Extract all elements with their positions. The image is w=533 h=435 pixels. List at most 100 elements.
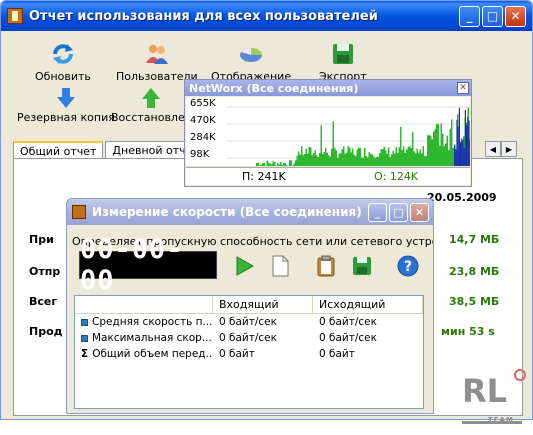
graph-bar-upload bbox=[457, 126, 459, 166]
graph-bar bbox=[389, 157, 391, 166]
refresh-icon bbox=[52, 44, 73, 64]
graph-titlebar[interactable]: NetWorx (Все соединения) ✕ bbox=[185, 80, 471, 96]
graph-bar bbox=[260, 164, 262, 166]
graph-bar bbox=[400, 127, 402, 166]
graph-bar bbox=[434, 128, 436, 166]
tab-scroll-right-icon[interactable]: ▶ bbox=[501, 141, 517, 157]
graph-bar bbox=[271, 164, 273, 166]
graph-bar bbox=[433, 131, 435, 166]
clipboard-icon[interactable] bbox=[315, 255, 337, 277]
graph-bar bbox=[266, 160, 268, 166]
display-button[interactable]: Отображение bbox=[211, 41, 291, 83]
graph-bar bbox=[335, 150, 337, 166]
help-icon[interactable]: ? bbox=[397, 255, 419, 277]
graph-bar bbox=[323, 152, 325, 166]
graph-bar-upload bbox=[460, 142, 462, 166]
main-titlebar[interactable]: Отчет использования для всех пользовател… bbox=[1, 1, 532, 31]
restore-button[interactable]: Восстановлен bbox=[111, 87, 192, 124]
graph-y-label: 284K bbox=[190, 132, 216, 143]
tab-scroll-left-icon[interactable]: ◀ bbox=[485, 141, 501, 157]
report-row-label: Отпр bbox=[29, 265, 61, 278]
graph-bar bbox=[440, 123, 442, 166]
graph-close-icon[interactable]: ✕ bbox=[457, 82, 469, 94]
graph-bar bbox=[284, 163, 286, 166]
graph-bar bbox=[290, 160, 292, 166]
column-header-incoming[interactable]: Входящий bbox=[213, 296, 313, 313]
graph-bar bbox=[313, 153, 315, 166]
graph-bar bbox=[368, 152, 370, 166]
graph-bar bbox=[311, 155, 313, 166]
speed-close-button[interactable]: ✕ bbox=[410, 202, 429, 222]
graph-bar bbox=[352, 148, 354, 166]
graph-bar bbox=[422, 146, 424, 166]
speed-titlebar[interactable]: Измерение скорости (Все соединения) _ □ … bbox=[67, 199, 433, 225]
graph-bar bbox=[359, 148, 361, 166]
graph-bar bbox=[437, 124, 439, 166]
graph-bar bbox=[424, 156, 426, 166]
graph-window-title: NetWorx (Все соединения) bbox=[189, 81, 359, 95]
graph-bar bbox=[382, 149, 384, 166]
graph-bar bbox=[361, 157, 363, 166]
tab-scroll: ◀ ▶ bbox=[485, 141, 517, 157]
list-item[interactable]: Σ Общий объем перед... 0 байт 0 байт bbox=[75, 346, 423, 362]
list-item[interactable]: Средняя скорость п... 0 байт/сек 0 байт/… bbox=[75, 314, 423, 330]
graph-bar bbox=[445, 143, 447, 166]
users-icon bbox=[145, 45, 168, 64]
export-button[interactable]: Экспорт bbox=[319, 41, 367, 83]
graph-bar bbox=[377, 156, 379, 166]
graph-bar bbox=[317, 156, 319, 166]
svg-text:?: ? bbox=[404, 259, 412, 275]
tab-general-report[interactable]: Общий отчет bbox=[13, 141, 104, 159]
speed-maximize-button[interactable]: □ bbox=[389, 202, 408, 222]
graph-bar bbox=[409, 146, 411, 166]
list-item[interactable]: Максимальная скор... 0 байт/сек 0 байт/с… bbox=[75, 330, 423, 346]
graph-bar bbox=[376, 156, 378, 166]
graph-bar bbox=[331, 148, 333, 166]
graph-bar bbox=[310, 147, 312, 166]
graph-bar bbox=[421, 153, 423, 166]
graph-bar bbox=[340, 153, 342, 166]
graph-bar bbox=[418, 152, 420, 166]
graph-bar bbox=[298, 151, 300, 166]
graph-bar bbox=[332, 121, 334, 166]
speed-results-list: Входящий Исходящий Средняя скорость п...… bbox=[74, 295, 424, 409]
graph-bar bbox=[353, 154, 355, 166]
floppy-disk-icon[interactable] bbox=[351, 255, 373, 277]
report-date: 20.05.2009 bbox=[427, 191, 497, 204]
refresh-button[interactable]: Обновить bbox=[35, 41, 91, 83]
graph-bar bbox=[358, 147, 360, 166]
graph-bar bbox=[385, 150, 387, 166]
graph-bar bbox=[446, 135, 448, 166]
networx-graph-window: NetWorx (Все соединения) ✕ 655K 470K 284… bbox=[184, 79, 472, 187]
graph-bar bbox=[415, 153, 417, 166]
graph-bar bbox=[392, 150, 394, 166]
graph-bar bbox=[347, 146, 349, 166]
graph-bar bbox=[343, 146, 345, 166]
play-icon[interactable] bbox=[233, 255, 255, 277]
graph-bar bbox=[442, 133, 444, 166]
new-document-icon[interactable] bbox=[269, 255, 291, 277]
graph-bar bbox=[349, 147, 351, 166]
list-item-name: Средняя скорость п... bbox=[92, 316, 213, 328]
backup-button[interactable]: Резервная копия bbox=[17, 87, 115, 124]
graph-y-label: 655K bbox=[190, 98, 216, 109]
graph-bar bbox=[394, 153, 396, 166]
graph-bar-upload bbox=[456, 119, 458, 166]
close-button[interactable]: ✕ bbox=[505, 5, 526, 27]
minimize-button[interactable]: _ bbox=[459, 5, 480, 27]
graph-bar-upload bbox=[463, 148, 465, 166]
speed-minimize-button[interactable]: _ bbox=[368, 202, 387, 222]
restore-label: Восстановлен bbox=[111, 111, 192, 124]
main-window-title: Отчет использования для всех пользовател… bbox=[29, 8, 378, 24]
maximize-button[interactable]: □ bbox=[482, 5, 503, 27]
graph-bar bbox=[416, 148, 418, 166]
column-header-outgoing[interactable]: Исходящий bbox=[313, 296, 423, 313]
elapsed-timer: 00-00-00 bbox=[79, 234, 217, 296]
graph-bar bbox=[401, 149, 403, 166]
graph-bar-upload bbox=[464, 109, 466, 166]
column-header-name[interactable] bbox=[75, 296, 213, 313]
list-item-name: Общий объем перед... bbox=[92, 348, 213, 360]
users-button[interactable]: Пользователи bbox=[116, 41, 198, 83]
graph-bar bbox=[314, 150, 316, 166]
backup-label: Резервная копия bbox=[17, 111, 115, 124]
